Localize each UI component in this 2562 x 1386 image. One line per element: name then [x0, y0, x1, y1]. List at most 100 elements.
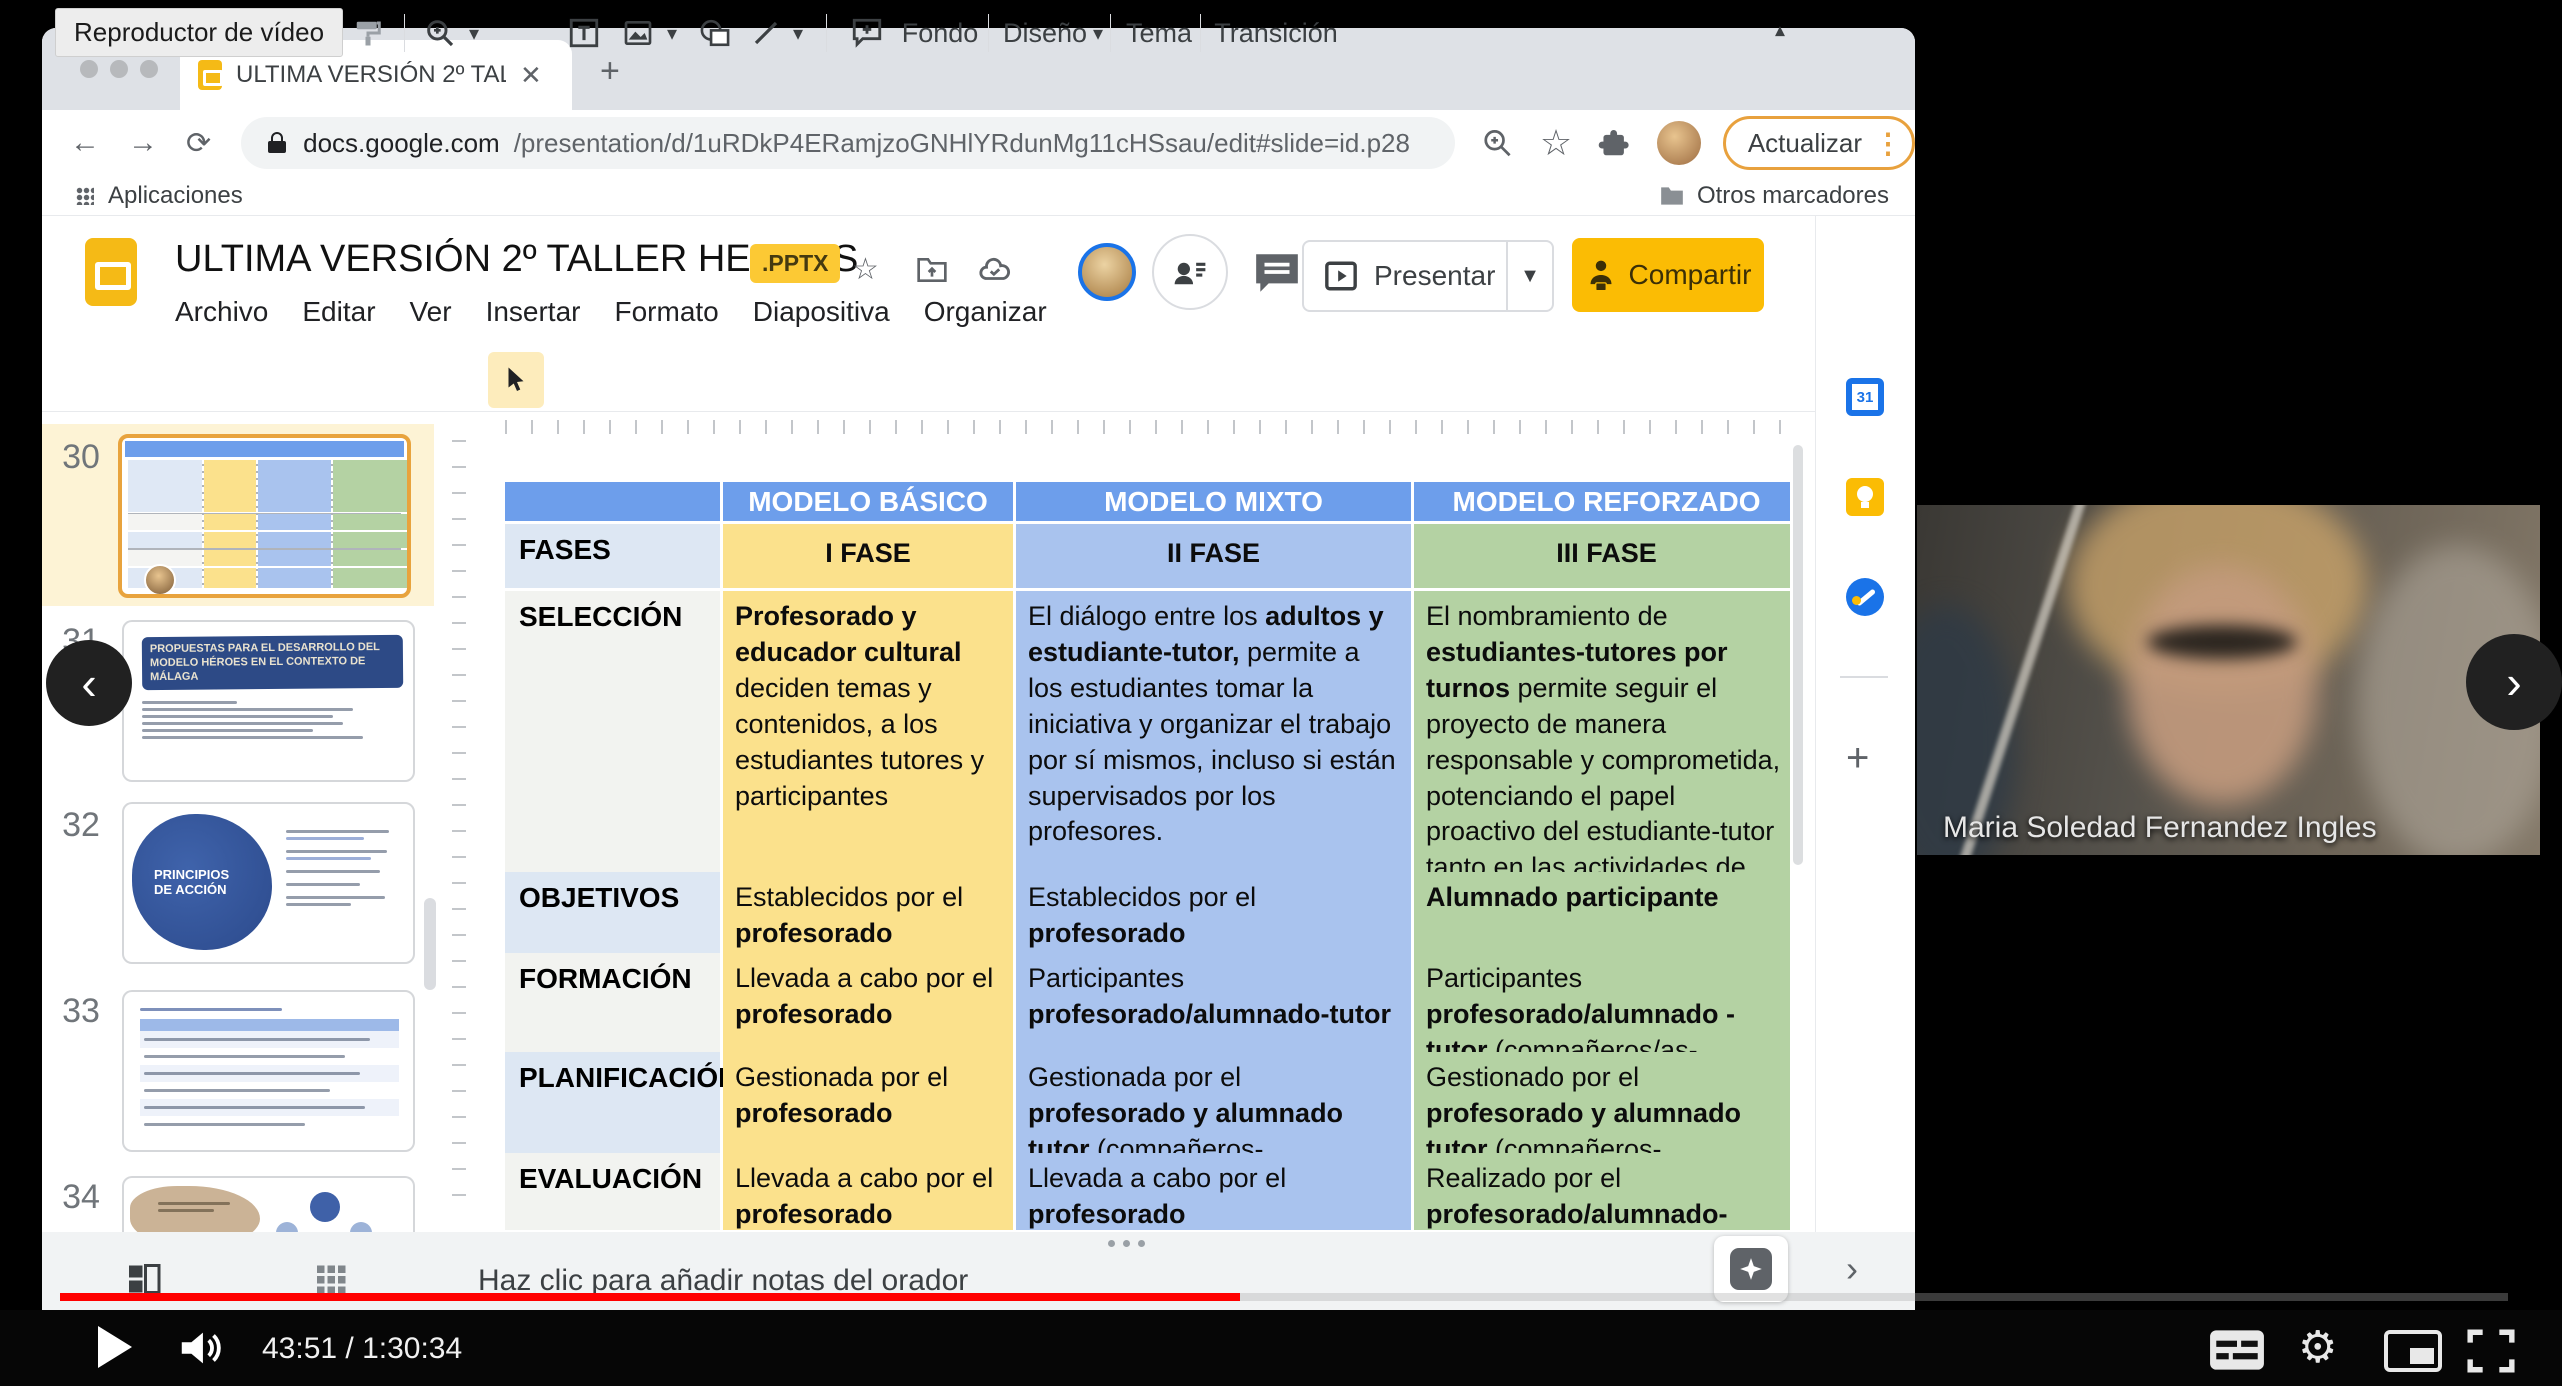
- menu-ver[interactable]: Ver: [410, 296, 452, 328]
- notes-resize-handle[interactable]: [1108, 1240, 1145, 1247]
- browser-menu-icon[interactable]: ⋮: [1874, 127, 1902, 160]
- slide-number: 30: [52, 438, 110, 477]
- slide-thumbnail-32[interactable]: PRINCIPIOS DE ACCIÓN: [122, 802, 415, 964]
- progress-bar-fill[interactable]: [60, 1293, 1240, 1301]
- table-cell: II FASE: [1016, 524, 1411, 588]
- table-cell: I FASE: [723, 524, 1013, 588]
- webcam-bubble-thumb: [144, 564, 176, 596]
- move-folder-icon[interactable]: [916, 256, 948, 284]
- menu-organizar[interactable]: Organizar: [924, 296, 1047, 328]
- select-tool-button[interactable]: [488, 352, 544, 408]
- zoom-dropdown-icon[interactable]: ▾: [462, 0, 486, 66]
- get-addons-button[interactable]: +: [1846, 736, 1869, 781]
- calendar-icon[interactable]: 31: [1846, 378, 1884, 416]
- reload-icon[interactable]: ⟳: [186, 126, 211, 161]
- volume-icon[interactable]: [176, 1324, 226, 1372]
- slide-thumbnail-33[interactable]: [122, 990, 415, 1152]
- share-button[interactable]: Compartir: [1572, 238, 1764, 312]
- thumb-32-title: PRINCIPIOS DE ACCIÓN: [154, 867, 250, 897]
- cloud-status-icon[interactable]: [978, 256, 1012, 284]
- table-header: MODELO BÁSICO: [723, 482, 1013, 521]
- line-dropdown-icon[interactable]: ▾: [786, 0, 810, 66]
- miniplayer-icon[interactable]: [2384, 1330, 2442, 1372]
- lock-icon: [265, 129, 289, 157]
- theme-button[interactable]: Tema: [1124, 0, 1194, 66]
- pptx-badge: .PPTX: [750, 244, 840, 283]
- extension-puzzle-icon[interactable]: [1598, 126, 1631, 160]
- present-dropdown-icon[interactable]: ▼: [1506, 242, 1552, 310]
- google-side-panel: [1815, 216, 1915, 1232]
- table-header: [505, 482, 720, 521]
- table-cell: Llevada a cabo por el profesorado: [1016, 1153, 1411, 1230]
- collapse-toolbar-icon[interactable]: ▾: [1760, 0, 1800, 66]
- address-bar[interactable]: docs.google.com/presentation/d/1uRDkP4ER…: [241, 117, 1455, 169]
- slide-thumbnail-34[interactable]: [122, 1176, 415, 1232]
- previous-slide-button[interactable]: ‹: [46, 640, 132, 726]
- slide-thumbnail-30[interactable]: [118, 434, 411, 598]
- table-cell: Realizado por el profesorado/alumnado- t…: [1414, 1153, 1790, 1230]
- star-doc-icon[interactable]: ☆: [852, 252, 879, 287]
- play-button[interactable]: [98, 1326, 132, 1368]
- insert-comment-button[interactable]: [842, 0, 892, 66]
- layout-button[interactable]: Diseño: [1002, 0, 1088, 66]
- apps-grid-icon[interactable]: [76, 187, 94, 205]
- table-cell: Llevada a cabo por el profesorado: [723, 1153, 1013, 1230]
- video-player: ULTIMA VERSIÓN 2º TALLER H ✕ + ← → ⟳ doc…: [0, 0, 2562, 1386]
- table-row-label: EVALUACIÓN: [505, 1153, 720, 1230]
- menu-formato[interactable]: Formato: [615, 296, 719, 328]
- menu-editar[interactable]: Editar: [302, 296, 375, 328]
- paint-format-button[interactable]: [346, 0, 390, 66]
- close-tab-icon[interactable]: ✕: [520, 60, 542, 91]
- menu-archivo[interactable]: Archivo: [175, 296, 268, 328]
- browser-urlbar: ← → ⟳ docs.google.com/presentation/d/1uR…: [42, 110, 1915, 176]
- present-to-meeting-button[interactable]: [1152, 234, 1228, 310]
- captions-icon[interactable]: [2208, 1328, 2266, 1372]
- table-header: MODELO REFORZADO: [1414, 482, 1790, 521]
- comments-icon[interactable]: [1252, 250, 1302, 296]
- back-icon[interactable]: ←: [70, 126, 100, 160]
- presence-avatar[interactable]: [1078, 243, 1136, 301]
- forward-icon[interactable]: →: [128, 126, 158, 160]
- next-slide-button[interactable]: ›: [2466, 634, 2562, 730]
- bookmark-aplicaciones[interactable]: Aplicaciones: [108, 182, 243, 210]
- keep-icon[interactable]: [1846, 478, 1884, 516]
- table-cell: Establecidos por el profesorado: [723, 872, 1013, 960]
- layout-dropdown-icon[interactable]: ▾: [1086, 0, 1110, 66]
- bookmark-star-icon[interactable]: ☆: [1540, 122, 1572, 164]
- grid-view-button[interactable]: [314, 1262, 350, 1296]
- insert-line-button[interactable]: [744, 0, 788, 66]
- filmstrip-view-button[interactable]: [126, 1262, 162, 1296]
- insert-image-button[interactable]: [616, 0, 660, 66]
- zoom-page-icon[interactable]: [1481, 126, 1514, 160]
- bookmarks-bar: Aplicaciones Otros marcadores: [42, 176, 1915, 216]
- menu-diapositiva[interactable]: Diapositiva: [753, 296, 890, 328]
- tasks-icon[interactable]: [1846, 578, 1884, 616]
- slide-thumbnail-31[interactable]: PROPUESTAS PARA EL DESARROLLO DEL MODELO…: [122, 620, 415, 782]
- table-row-label: OBJETIVOS: [505, 872, 720, 960]
- expand-side-panel-icon[interactable]: ›: [1846, 1248, 1858, 1290]
- webcam-name-caption: Maria Soledad Fernandez Ingles: [1943, 811, 2377, 845]
- slide-table: MODELO BÁSICOMODELO MIXTOMODELO REFORZAD…: [505, 482, 1790, 1230]
- time-display: 43:51 / 1:30:34: [262, 1332, 462, 1366]
- text-box-button[interactable]: [560, 0, 608, 66]
- other-bookmarks[interactable]: Otros marcadores: [1659, 182, 1889, 210]
- menu-bar: Archivo Editar Ver Insertar Formato Diapositi…: [175, 296, 1075, 336]
- explore-icon: [1730, 1248, 1772, 1290]
- url-domain: docs.google.com: [303, 128, 500, 159]
- vertical-ruler: [452, 440, 466, 1220]
- zoom-tool-icon[interactable]: [418, 0, 462, 66]
- menu-insertar[interactable]: Insertar: [486, 296, 581, 328]
- transition-button[interactable]: Transición: [1216, 0, 1336, 66]
- settings-gear-icon[interactable]: ⚙: [2298, 1322, 2337, 1373]
- fullscreen-icon[interactable]: [2466, 1328, 2516, 1374]
- present-button[interactable]: Presentar ▼: [1302, 240, 1554, 312]
- canvas-scrollbar[interactable]: [1793, 445, 1803, 865]
- image-dropdown-icon[interactable]: ▾: [660, 0, 684, 66]
- background-button[interactable]: Fondo: [900, 0, 980, 66]
- insert-shape-button[interactable]: [692, 0, 738, 66]
- profile-avatar[interactable]: [1657, 121, 1701, 165]
- url-path: /presentation/d/1uRDkP4ERamjzoGNHlYRdunM…: [514, 128, 1410, 159]
- filmstrip-scrollbar[interactable]: [424, 898, 436, 990]
- update-chrome-button[interactable]: Actualizar ⋮: [1723, 116, 1915, 170]
- folder-icon: [1659, 185, 1685, 207]
